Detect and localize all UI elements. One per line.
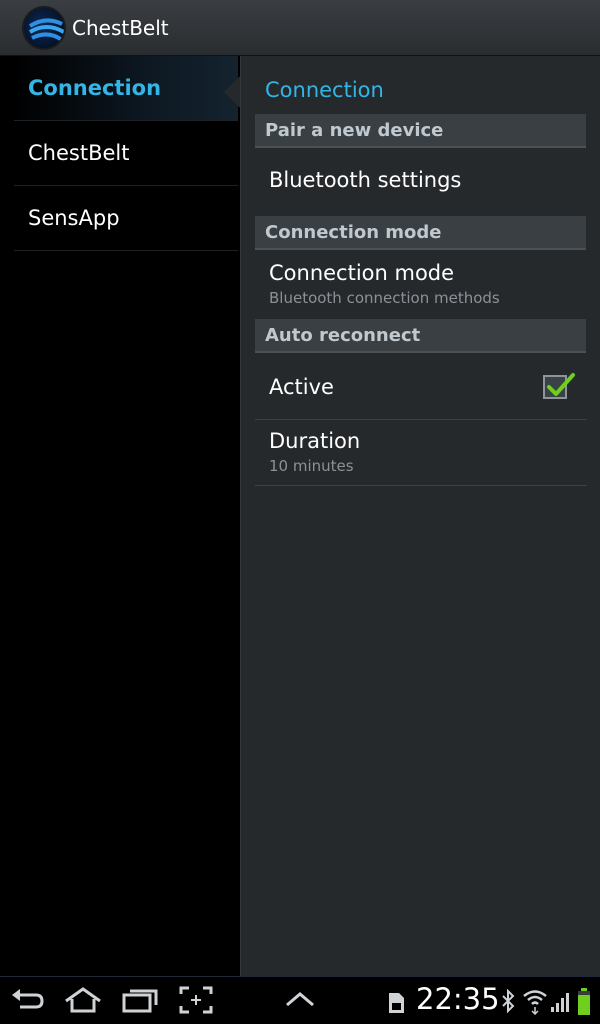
header-item-connection[interactable]: Connection bbox=[14, 56, 238, 121]
headers-list: Connection ChestBelt SensApp bbox=[0, 56, 240, 976]
active-checkbox[interactable] bbox=[543, 373, 575, 399]
pref-connection-mode[interactable]: Connection mode Bluetooth connection met… bbox=[255, 261, 587, 307]
pref-bluetooth-settings[interactable]: Bluetooth settings bbox=[255, 168, 587, 192]
home-icon[interactable] bbox=[62, 985, 104, 1015]
wifi-icon bbox=[523, 990, 547, 1015]
menu-up-icon[interactable] bbox=[284, 989, 316, 1009]
screenshot-icon[interactable] bbox=[178, 985, 214, 1015]
back-icon[interactable] bbox=[8, 985, 48, 1015]
pref-title: Bluetooth settings bbox=[269, 168, 462, 192]
header-item-label: SensApp bbox=[28, 206, 120, 230]
pref-duration[interactable]: Duration 10 minutes bbox=[255, 429, 587, 475]
pref-summary: Bluetooth connection methods bbox=[269, 289, 500, 307]
category-label: Connection mode bbox=[265, 221, 442, 243]
battery-icon bbox=[578, 988, 590, 1015]
system-bar: 22:35 bbox=[0, 976, 600, 1024]
signal-icon bbox=[551, 993, 569, 1012]
pref-title: Connection mode bbox=[269, 261, 455, 285]
header-item-label: Connection bbox=[28, 76, 162, 100]
header-item-sensapp[interactable]: SensApp bbox=[14, 186, 238, 251]
pref-summary: 10 minutes bbox=[269, 457, 354, 475]
divider bbox=[255, 419, 587, 420]
action-bar: ChestBelt bbox=[0, 0, 600, 56]
pref-title: Active bbox=[269, 375, 334, 399]
header-item-label: ChestBelt bbox=[28, 141, 130, 165]
sd-card-icon bbox=[389, 993, 404, 1013]
selection-pointer bbox=[224, 76, 240, 108]
header-item-chestbelt[interactable]: ChestBelt bbox=[14, 121, 238, 186]
divider bbox=[255, 485, 587, 486]
bluetooth-icon bbox=[502, 989, 515, 1013]
checkmark-icon bbox=[547, 373, 575, 396]
chestbelt-logo-icon[interactable] bbox=[22, 5, 66, 50]
category-label: Pair a new device bbox=[265, 119, 444, 141]
pref-active[interactable]: Active bbox=[255, 363, 587, 419]
status-clock: 22:35 bbox=[416, 982, 500, 1016]
recent-apps-icon[interactable] bbox=[120, 985, 160, 1015]
category-auto-reconnect: Auto reconnect bbox=[255, 319, 586, 353]
category-label: Auto reconnect bbox=[265, 324, 421, 346]
category-connection-mode: Connection mode bbox=[255, 216, 586, 250]
preference-detail-pane: Connection Pair a new device Bluetooth s… bbox=[240, 56, 600, 976]
app-title: ChestBelt bbox=[72, 15, 169, 40]
pref-title: Duration bbox=[269, 429, 361, 453]
category-pair-device: Pair a new device bbox=[255, 114, 586, 148]
breadcrumb: Connection bbox=[265, 78, 384, 102]
